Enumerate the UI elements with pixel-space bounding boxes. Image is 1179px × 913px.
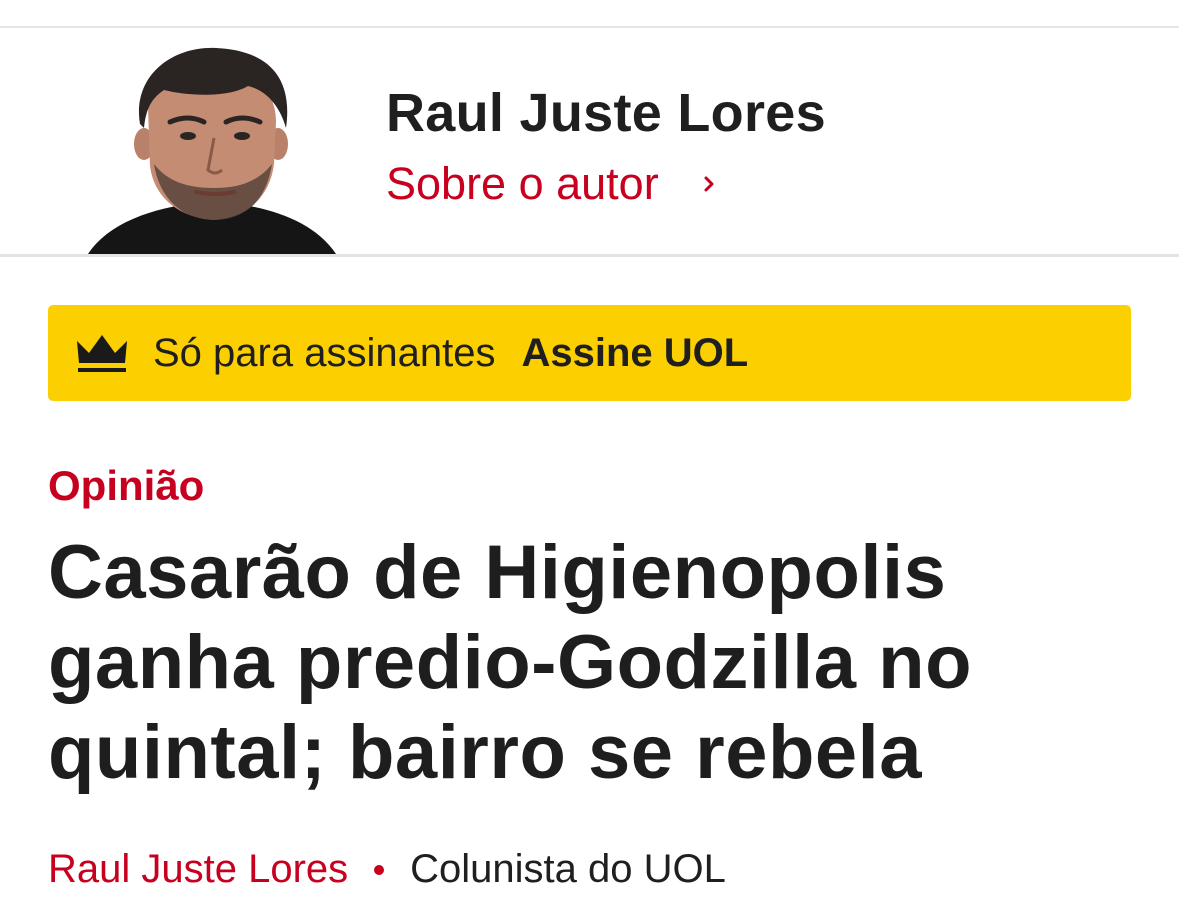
crown-icon	[75, 331, 129, 375]
header-divider	[0, 254, 1179, 257]
about-author-label: Sobre o autor	[386, 158, 659, 209]
byline-author-link[interactable]: Raul Juste Lores	[48, 847, 348, 892]
byline-separator-dot	[374, 864, 385, 875]
subscribers-only-label: Só para assinantes	[153, 330, 496, 375]
subscribe-button[interactable]: Assine UOL	[521, 331, 748, 376]
article-headline: Casarão de Higienopolis ganha predio-God…	[48, 530, 972, 795]
author-name: Raul Juste Lores	[386, 83, 826, 143]
section-kicker[interactable]: Opinião	[48, 462, 204, 510]
about-author-link[interactable]: Sobre o autor	[386, 158, 721, 210]
author-header: Raul Juste Lores Sobre o autor	[0, 28, 1179, 254]
subscription-banner[interactable]: Só para assinantes Assine UOL	[48, 305, 1131, 401]
chevron-right-icon	[697, 172, 721, 196]
author-avatar[interactable]	[88, 46, 336, 254]
byline-role: Colunista do UOL	[410, 847, 726, 891]
byline: Raul Juste Lores Colunista do UOL	[48, 847, 726, 892]
